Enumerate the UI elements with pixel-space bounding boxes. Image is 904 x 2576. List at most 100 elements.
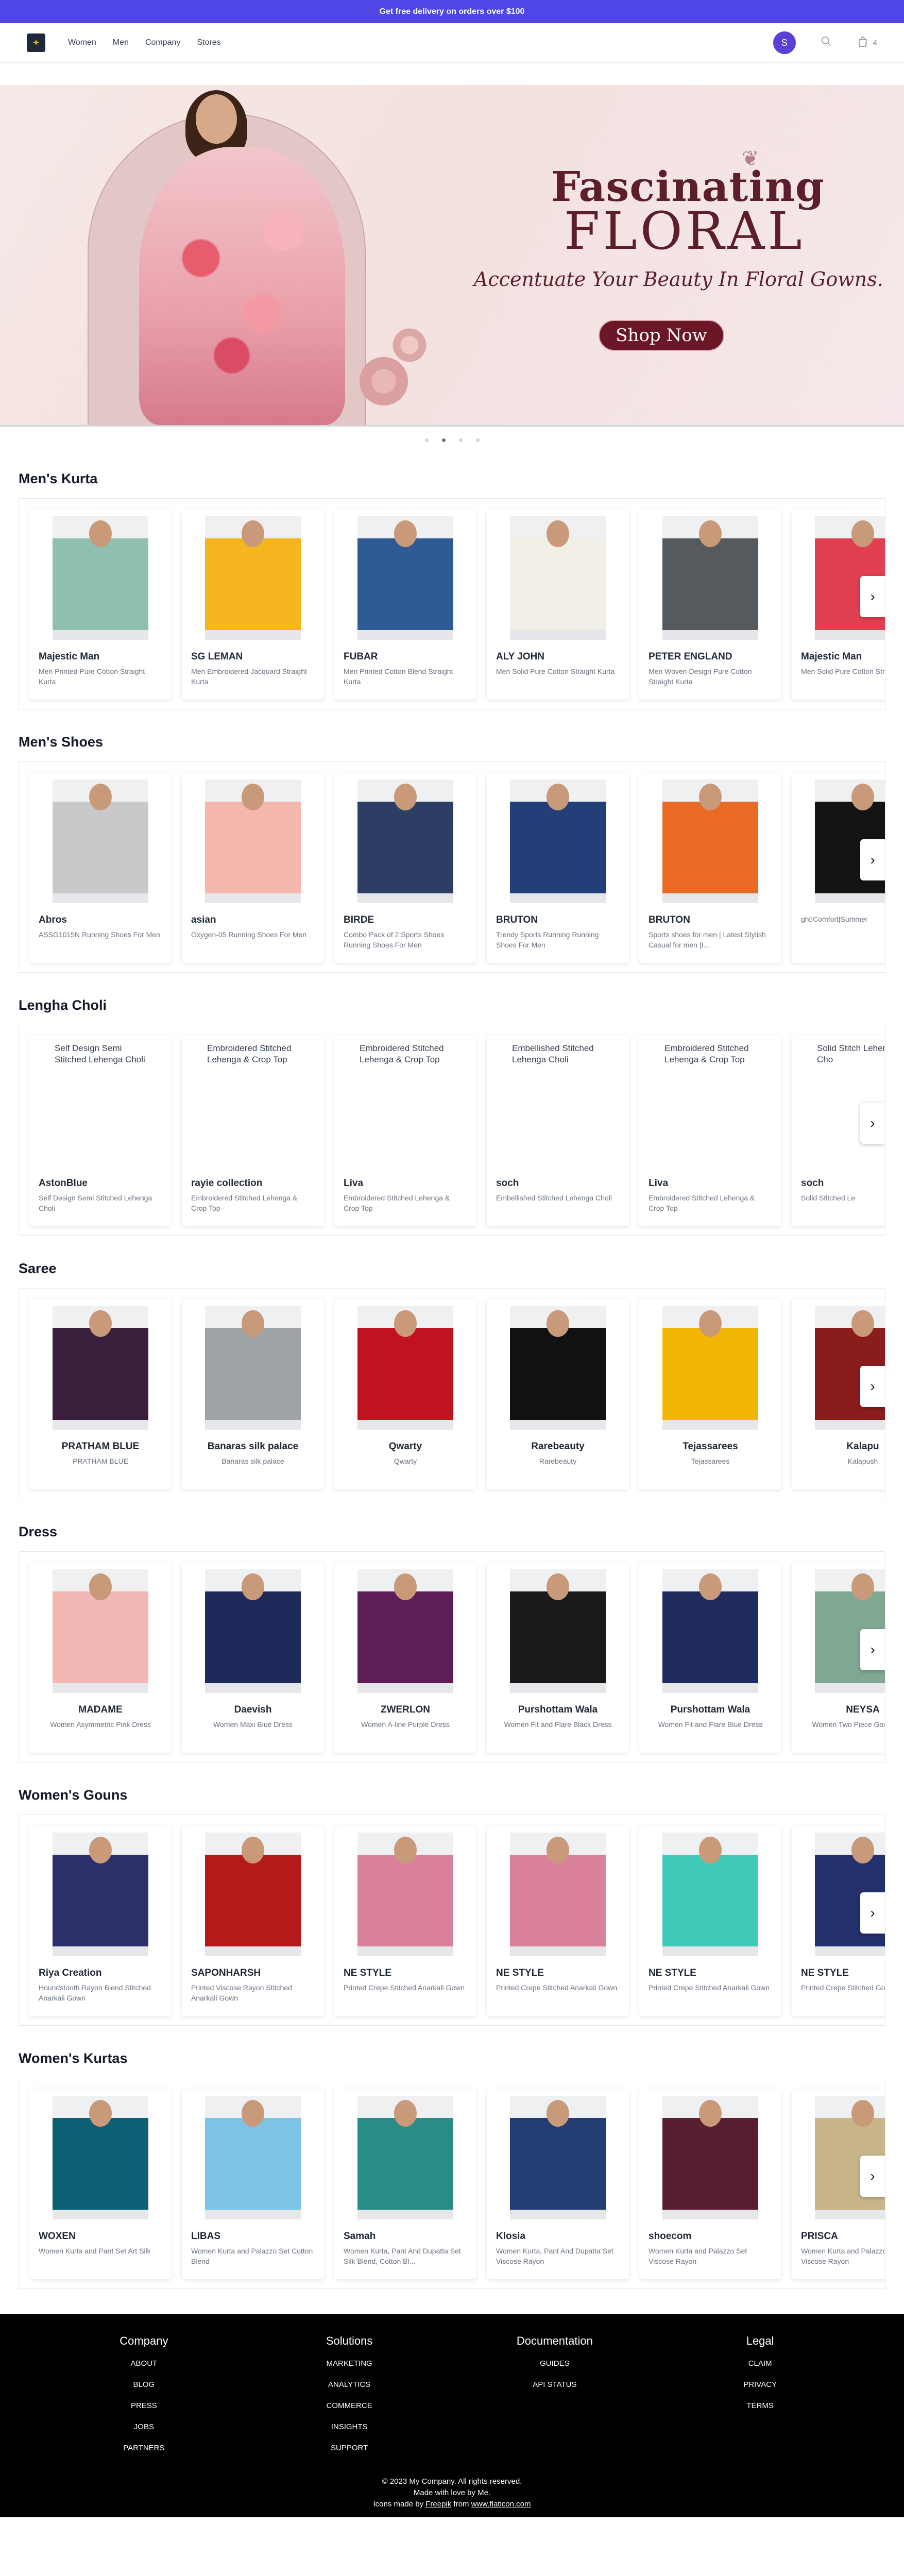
brand-logo[interactable]: ✦ [27,33,45,52]
carousel-next-button[interactable]: › [860,2156,885,2197]
nav-link-company[interactable]: Company [145,38,180,47]
product-image[interactable] [53,2096,148,2219]
product-image[interactable] [53,516,148,640]
product-image[interactable] [205,2096,301,2219]
footer-link-analytics[interactable]: ANALYTICS [282,2380,416,2389]
footer-link-press[interactable]: PRESS [77,2401,211,2410]
product-image[interactable] [357,1569,453,1693]
carousel-next-button[interactable]: › [860,1366,885,1407]
footer-link-marketing[interactable]: MARKETING [282,2359,416,2368]
product-card[interactable]: SG LEMAN Men Embroidered Jacquard Straigh… [182,509,324,700]
footer-link-privacy[interactable]: PRIVACY [693,2380,827,2389]
carousel-dot[interactable] [458,438,463,442]
hero-banner[interactable]: ❦ Fascinating FLORAL Accentuate Your Bea… [0,85,904,425]
product-image[interactable] [357,1833,453,1956]
product-image[interactable] [510,779,606,903]
cart-button[interactable]: 4 [857,36,877,50]
product-card[interactable]: Daevish Women Maxi Blue Dress [182,1562,324,1753]
search-icon[interactable] [821,36,832,50]
product-image[interactable] [53,779,148,903]
product-image[interactable]: Embroidered Stitched Lehenga & Crop Top [205,1043,301,1166]
product-image[interactable] [357,779,453,903]
product-image[interactable] [662,1833,758,1956]
carousel-dot-active[interactable] [441,438,446,442]
product-card[interactable]: BRUTON Sports shoes for men | Latest Styl… [639,772,781,963]
nav-link-men[interactable]: Men [113,38,129,47]
product-image[interactable]: Self Design Semi Stitched Lehenga Choli [53,1043,148,1166]
product-card[interactable]: asian Oxygen-05 Running Shoes For Men [182,772,324,963]
footer-link-claim[interactable]: CLAIM [693,2359,827,2368]
product-image[interactable]: Embroidered Stitched Lehenga & Crop Top [357,1043,453,1166]
carousel-next-button[interactable]: › [860,839,885,880]
product-card[interactable]: Banaras silk palace Banaras silk palace [182,1299,324,1489]
product-card[interactable]: ALY JOHN Men Solid Pure Cotton Straight K… [487,509,629,700]
product-card[interactable]: FUBAR Men Printed Cotton Blend Straight K… [334,509,476,700]
product-image[interactable] [357,516,453,640]
carousel-next-button[interactable]: › [860,1629,885,1670]
footer-link-blog[interactable]: BLOG [77,2380,211,2389]
product-image[interactable] [205,1833,301,1956]
product-card[interactable]: Embroidered Stitched Lehenga & Crop Top r… [182,1036,324,1226]
product-image[interactable] [53,1569,148,1693]
footer-link-insights[interactable]: INSIGHTS [282,2422,416,2431]
footer-link-commerce[interactable]: COMMERCE [282,2401,416,2410]
product-card[interactable]: Riya Creation Houndstooth Rayon Blend Sti… [29,1825,172,2016]
product-card[interactable]: NE STYLE Printed Crepe Stitched Anarkali … [487,1825,629,2016]
product-card[interactable]: Embroidered Stitched Lehenga & Crop Top L… [639,1036,781,1226]
carousel-next-button[interactable]: › [860,576,885,617]
product-card[interactable]: Klosia Women Kurta, Pant And Dupatta Set … [487,2089,629,2279]
flaticon-link[interactable]: www.flaticon.com [471,2500,531,2509]
footer-link-terms[interactable]: TERMS [693,2401,827,2410]
product-card[interactable]: SAPONHARSH Printed Viscose Rayon Stitched… [182,1825,324,2016]
product-card[interactable]: LIBAS Women Kurta and Palazzo Set Cotton … [182,2089,324,2279]
product-card[interactable]: MADAME Women Asymmetric Pink Dress [29,1562,172,1753]
product-card[interactable]: PETER ENGLAND Men Woven Design Pure Cotto… [639,509,781,700]
carousel-next-button[interactable]: › [860,1103,885,1144]
product-card[interactable]: Rarebeauty Rarebeauty [487,1299,629,1489]
carousel-next-button[interactable]: › [860,1892,885,1934]
product-card[interactable]: Purshottam Wala Women Fit and Flare Black… [487,1562,629,1753]
product-image[interactable] [205,516,301,640]
product-card[interactable]: BRUTON Trendy Sports Running Running Shoe… [487,772,629,963]
product-image[interactable]: Embroidered Stitched Lehenga & Crop Top [662,1043,758,1166]
nav-link-stores[interactable]: Stores [197,38,220,47]
product-image[interactable] [510,516,606,640]
product-image[interactable] [357,2096,453,2219]
footer-link-guides[interactable]: GUIDES [488,2359,622,2368]
product-card[interactable]: NE STYLE Printed Crepe Stitched Anarkali … [334,1825,476,2016]
product-card[interactable]: Tejassarees Tejassarees [639,1299,781,1489]
footer-link-api-status[interactable]: API STATUS [488,2380,622,2389]
product-card[interactable]: Embellished Stitched Lehenga Choli soch Em… [487,1036,629,1226]
product-image[interactable] [662,779,758,903]
product-card[interactable]: PRATHAM BLUE PRATHAM BLUE [29,1299,172,1489]
product-card[interactable]: Embroidered Stitched Lehenga & Crop Top L… [334,1036,476,1226]
product-card[interactable]: ZWERLON Women A-line Purple Dress [334,1562,476,1753]
product-image[interactable] [510,1833,606,1956]
product-card[interactable]: Samah Women Kurta, Pant And Dupatta Set S… [334,2089,476,2279]
product-image[interactable] [510,1569,606,1693]
product-image[interactable] [205,1569,301,1693]
product-card[interactable]: shoecom Women Kurta and Palazzo Set Visco… [639,2089,781,2279]
user-avatar[interactable]: S [773,31,796,54]
footer-link-partners[interactable]: PARTNERS [77,2444,211,2452]
product-image[interactable] [662,1306,758,1430]
product-image[interactable] [662,516,758,640]
footer-link-jobs[interactable]: JOBS [77,2422,211,2431]
product-card[interactable]: Majestic Man Men Printed Pure Cotton Stra… [29,509,172,700]
product-image[interactable] [357,1306,453,1430]
product-card[interactable]: NE STYLE Printed Crepe Stitched Anarkali … [639,1825,781,2016]
nav-link-women[interactable]: Women [68,38,96,47]
product-image[interactable] [205,1306,301,1430]
product-image[interactable] [53,1833,148,1956]
footer-link-support[interactable]: SUPPORT [282,2444,416,2452]
carousel-dot[interactable] [424,438,429,442]
product-image[interactable] [53,1306,148,1430]
product-image[interactable] [510,2096,606,2219]
product-image[interactable] [205,779,301,903]
shop-now-button[interactable]: Shop Now [599,320,724,351]
product-card[interactable]: WOXEN Women Kurta and Pant Set Art Silk [29,2089,172,2279]
product-image[interactable] [662,2096,758,2219]
freepik-link[interactable]: Freepik [425,2500,451,2509]
footer-link-about[interactable]: ABOUT [77,2359,211,2368]
carousel-dot[interactable] [475,438,480,442]
